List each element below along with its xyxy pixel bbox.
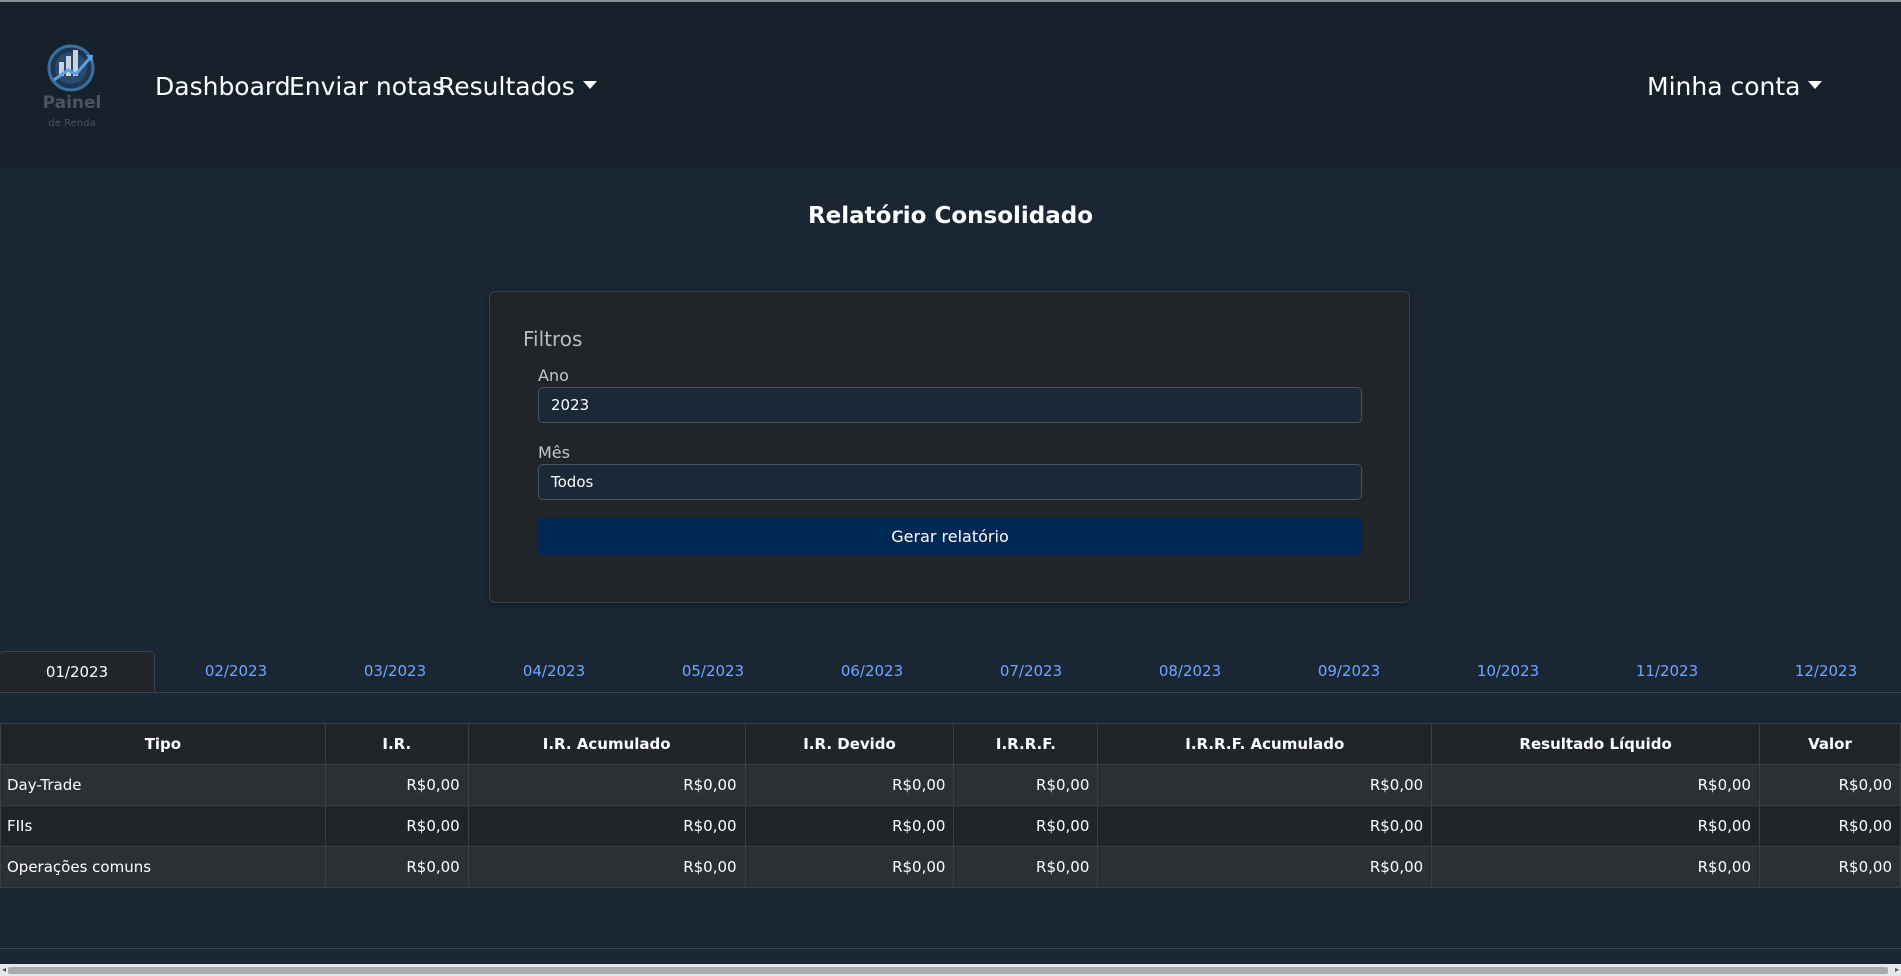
logo-chart-icon: Painel de Renda — [43, 44, 102, 129]
generate-report-button[interactable]: Gerar relatório — [538, 518, 1362, 555]
chevron-down-icon — [582, 81, 597, 89]
value-cell: R$0,00 — [1759, 846, 1901, 888]
column-header: I.R. — [324, 723, 469, 765]
nav-link-resultados[interactable]: Resultados — [438, 72, 597, 101]
tab-02-2023[interactable]: 02/2023 — [158, 651, 314, 691]
column-header: I.R. Acumulado — [467, 723, 746, 765]
value-cell: R$0,00 — [467, 805, 746, 847]
value-cell: R$0,00 — [1431, 846, 1760, 888]
scroll-right-icon[interactable]: ▸ — [1893, 964, 1901, 976]
table-header-row: Tipo I.R. I.R. Acumulado I.R. Devido I.R.R.F… — [0, 723, 1901, 765]
month-label: Mês — [538, 443, 570, 462]
value-cell: R$0,00 — [467, 846, 746, 888]
value-cell: R$0,00 — [744, 846, 955, 888]
tab-08-2023[interactable]: 08/2023 — [1112, 651, 1268, 691]
tab-09-2023[interactable]: 09/2023 — [1271, 651, 1427, 691]
tab-06-2023[interactable]: 06/2023 — [794, 651, 950, 691]
tab-10-2023[interactable]: 10/2023 — [1430, 651, 1586, 691]
value-cell: R$0,00 — [1097, 805, 1433, 847]
row-type-cell: Day-Trade — [0, 764, 326, 806]
filters-title: Filtros — [523, 327, 583, 351]
report-table: Tipo I.R. I.R. Acumulado I.R. Devido I.R.R.F… — [0, 723, 1901, 888]
value-cell: R$0,00 — [324, 805, 469, 847]
value-cell: R$0,00 — [1431, 805, 1760, 847]
tab-11-2023[interactable]: 11/2023 — [1589, 651, 1745, 691]
table-row: Operações comuns R$0,00 R$0,00 R$0,00 R$0,00… — [0, 846, 1901, 888]
value-cell: R$0,00 — [953, 846, 1099, 888]
tab-05-2023[interactable]: 05/2023 — [635, 651, 791, 691]
column-header: I.R.R.F. — [953, 723, 1099, 765]
value-cell: R$0,00 — [1097, 764, 1433, 806]
scrollbar-thumb[interactable] — [8, 967, 1888, 974]
chevron-down-icon — [1808, 81, 1823, 89]
column-header: Valor — [1759, 723, 1901, 765]
table-body: Day-Trade R$0,00 R$0,00 R$0,00 R$0,00 R$0,00 R… — [0, 764, 1901, 888]
year-label: Ano — [538, 366, 569, 385]
row-type-cell: FIIs — [0, 805, 326, 847]
account-menu-label: Minha conta — [1647, 72, 1801, 101]
navbar: Painel de Renda Dashboard Enviar notas R… — [0, 2, 1901, 168]
value-cell: R$0,00 — [1431, 764, 1760, 806]
tab-03-2023[interactable]: 03/2023 — [317, 651, 473, 691]
value-cell: R$0,00 — [1759, 764, 1901, 806]
footer-divider — [0, 948, 1901, 949]
nav-link-dashboard[interactable]: Dashboard — [155, 72, 291, 101]
logo[interactable]: Painel de Renda — [36, 40, 110, 132]
month-select[interactable]: Todos — [538, 464, 1362, 500]
tab-04-2023[interactable]: 04/2023 — [476, 651, 632, 691]
column-header: I.R. Devido — [744, 723, 955, 765]
row-type-cell: Operações comuns — [0, 846, 326, 888]
nav-link-enviar-notas[interactable]: Enviar notas — [289, 72, 445, 101]
year-select[interactable]: 2023 — [538, 387, 1362, 423]
nav-link-resultados-label: Resultados — [438, 72, 575, 101]
tab-01-2023[interactable]: 01/2023 — [0, 651, 155, 692]
column-header: I.R.R.F. Acumulado — [1097, 723, 1433, 765]
value-cell: R$0,00 — [1759, 805, 1901, 847]
filters-card: Filtros Ano 2023 Mês Todos Gerar relatór… — [489, 291, 1410, 603]
value-cell: R$0,00 — [467, 764, 746, 806]
table-row: Day-Trade R$0,00 R$0,00 R$0,00 R$0,00 R$0,00 R… — [0, 764, 1901, 806]
column-header: Resultado Líquido — [1431, 723, 1760, 765]
tab-07-2023[interactable]: 07/2023 — [953, 651, 1109, 691]
account-menu[interactable]: Minha conta — [1647, 72, 1823, 101]
value-cell: R$0,00 — [953, 764, 1099, 806]
tab-12-2023[interactable]: 12/2023 — [1748, 651, 1901, 691]
value-cell: R$0,00 — [744, 805, 955, 847]
value-cell: R$0,00 — [324, 846, 469, 888]
value-cell: R$0,00 — [324, 764, 469, 806]
page-title: Relatório Consolidado — [807, 203, 1094, 229]
scroll-left-icon[interactable]: ◂ — [0, 964, 8, 976]
logo-subtext: de Renda — [48, 118, 95, 129]
table-row: FIIs R$0,00 R$0,00 R$0,00 R$0,00 R$0,00 R$0,00… — [0, 805, 1901, 847]
column-header: Tipo — [0, 723, 326, 765]
value-cell: R$0,00 — [1097, 846, 1433, 888]
tabs-divider — [0, 692, 1901, 693]
value-cell: R$0,00 — [744, 764, 955, 806]
logo-text: Painel — [43, 93, 102, 113]
value-cell: R$0,00 — [953, 805, 1099, 847]
horizontal-scrollbar[interactable]: ◂ ▸ — [0, 964, 1901, 976]
